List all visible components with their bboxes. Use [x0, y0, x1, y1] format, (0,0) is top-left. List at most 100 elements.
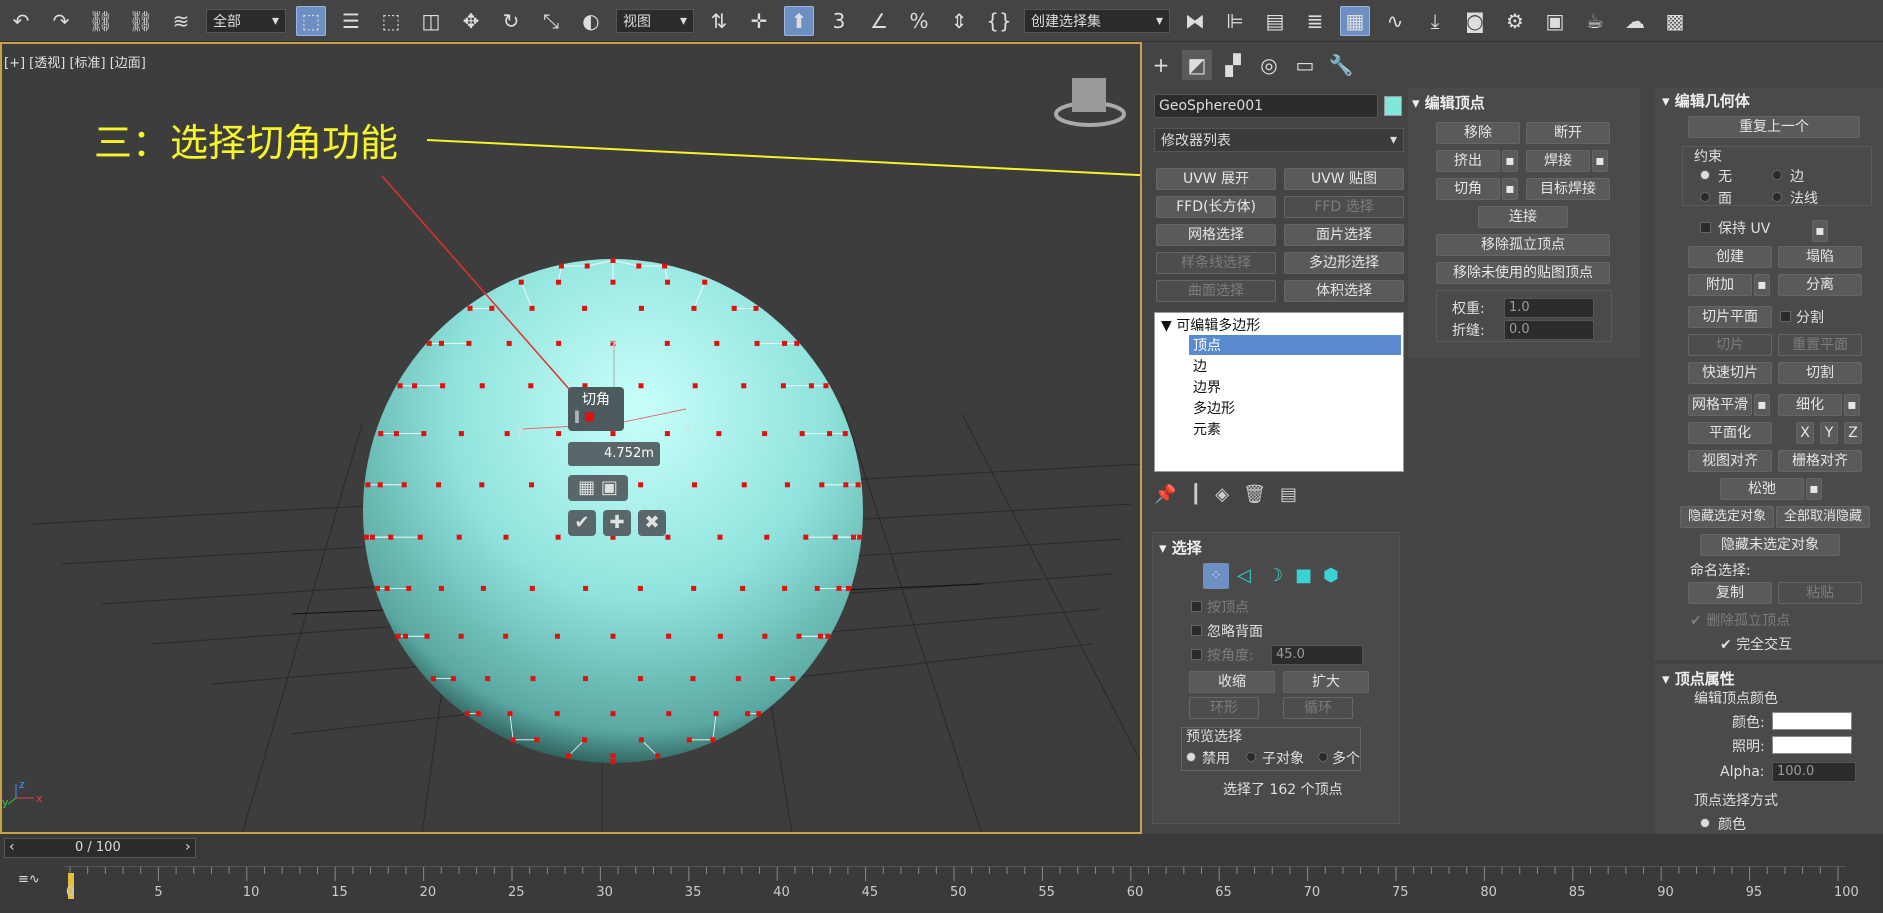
ring-button[interactable]: 环形: [1189, 697, 1259, 719]
modifier-button[interactable]: 多边形选择: [1284, 252, 1404, 274]
show-end-result-icon[interactable]: ┃: [1190, 484, 1201, 505]
select-by-color-radio[interactable]: [1700, 818, 1710, 828]
layer-explorer-icon[interactable]: ≣: [1300, 6, 1330, 36]
ignore-backfacing-checkbox[interactable]: [1191, 625, 1202, 636]
preserve-uv-checkbox[interactable]: [1700, 222, 1711, 233]
planar-x-button[interactable]: X: [1796, 422, 1814, 444]
stack-root[interactable]: ▼ 可编辑多边形: [1161, 315, 1260, 335]
selection-header[interactable]: ▾ 选择: [1159, 537, 1202, 558]
extrude-settings-icon[interactable]: ▪: [1502, 150, 1518, 172]
place-icon[interactable]: ◐: [576, 6, 606, 36]
redo-icon[interactable]: ↷: [46, 6, 76, 36]
window-crossing-icon[interactable]: ◫: [416, 6, 446, 36]
stack-item[interactable]: 顶点: [1189, 335, 1401, 355]
curve-editor-icon[interactable]: ∿: [1380, 6, 1410, 36]
ribbon-icon[interactable]: ▦: [1340, 5, 1370, 36]
undo-icon[interactable]: ↶: [6, 6, 36, 36]
hierarchy-tab[interactable]: ▞: [1218, 50, 1248, 80]
scale-icon[interactable]: ⤡: [536, 6, 566, 36]
modifier-button[interactable]: 曲面选择: [1156, 280, 1276, 302]
by-vertex-checkbox[interactable]: [1191, 601, 1202, 612]
keyboard-shortcut-icon[interactable]: ⬆: [784, 5, 814, 36]
preserve-uv-settings-icon[interactable]: ▪: [1812, 220, 1828, 242]
attach-button[interactable]: 附加: [1688, 274, 1752, 296]
hide-unselected-button[interactable]: 隐藏未选定对象: [1700, 534, 1840, 556]
target-weld-button[interactable]: 目标焊接: [1526, 178, 1610, 200]
constraint-none-radio[interactable]: [1700, 170, 1710, 180]
planar-y-button[interactable]: Y: [1820, 422, 1838, 444]
perspective-viewport[interactable]: [+] [透视] [标准] [边面] 三：选择切角功能 z y x z x y …: [0, 42, 1142, 834]
configure-modifier-sets-icon[interactable]: ▤: [1280, 484, 1297, 505]
by-angle-checkbox[interactable]: [1191, 649, 1202, 660]
curve-editor-toggle-icon[interactable]: ≡∿: [18, 872, 40, 887]
next-frame-icon[interactable]: ›: [185, 839, 191, 855]
slice-button[interactable]: 切片: [1688, 334, 1772, 356]
preview-subobject-radio[interactable]: [1246, 752, 1256, 762]
paste-button[interactable]: 粘贴: [1778, 582, 1862, 604]
meshsmooth-button[interactable]: 网格平滑: [1688, 394, 1752, 416]
view-align-button[interactable]: 视图对齐: [1688, 450, 1772, 472]
modifier-button[interactable]: 网格选择: [1156, 224, 1276, 246]
meshsmooth-settings-icon[interactable]: ▪: [1754, 394, 1770, 416]
stack-item[interactable]: 多边形: [1189, 398, 1401, 418]
render-icon[interactable]: ☕: [1580, 6, 1610, 36]
render-frame-icon[interactable]: ▣: [1540, 6, 1570, 36]
full-interactivity-label[interactable]: ✔ 完全交互: [1720, 634, 1792, 654]
render-setup-icon[interactable]: ⚙: [1500, 6, 1530, 36]
tessellate-button[interactable]: 细化: [1778, 394, 1842, 416]
viewport-label[interactable]: [+] [透视] [标准] [边面]: [4, 52, 146, 71]
percent-snap-icon[interactable]: %: [904, 6, 934, 36]
modifier-button[interactable]: 体积选择: [1284, 280, 1404, 302]
modifier-button[interactable]: 面片选择: [1284, 224, 1404, 246]
break-button[interactable]: 断开: [1526, 122, 1610, 144]
toggle-scene-explorer-icon[interactable]: ▤: [1260, 6, 1290, 36]
slice-plane-button[interactable]: 切片平面: [1688, 306, 1772, 328]
illumination-swatch[interactable]: [1772, 736, 1852, 754]
collapse-button[interactable]: 塌陷: [1778, 246, 1862, 268]
edge-mode-icon[interactable]: ◁: [1237, 565, 1251, 586]
render-online-icon[interactable]: ☁: [1620, 6, 1650, 36]
connect-button[interactable]: 连接: [1478, 206, 1568, 228]
weld-button[interactable]: 焊接: [1526, 150, 1590, 172]
border-mode-icon[interactable]: ☽: [1267, 565, 1283, 586]
remove-button[interactable]: 移除: [1436, 122, 1520, 144]
attach-settings-icon[interactable]: ▪: [1754, 274, 1770, 296]
link-icon[interactable]: ⛓: [86, 6, 116, 36]
prev-frame-icon[interactable]: ‹: [9, 839, 15, 855]
named-selection-dropdown[interactable]: 创建选择集 ▾: [1024, 8, 1170, 33]
modifier-button[interactable]: UVW 展开: [1156, 168, 1276, 190]
shrink-button[interactable]: 收缩: [1189, 671, 1275, 693]
grid-align-button[interactable]: 栅格对齐: [1778, 450, 1862, 472]
stack-item[interactable]: 边界: [1189, 377, 1401, 397]
mirror-icon[interactable]: ⧓: [1180, 6, 1210, 36]
utilities-tab[interactable]: 🔧: [1326, 50, 1356, 80]
time-slider[interactable]: ‹ 0 / 100 ›: [4, 838, 196, 858]
constraint-edge-radio[interactable]: [1772, 170, 1782, 180]
repeat-last-button[interactable]: 重复上一个: [1688, 116, 1860, 138]
make-planar-button[interactable]: 平面化: [1688, 422, 1772, 444]
split-checkbox[interactable]: [1780, 311, 1791, 322]
caddy-chamfer-title[interactable]: 切角 ‖ ■: [568, 387, 624, 431]
create-tab[interactable]: +: [1146, 50, 1176, 80]
preview-multi-radio[interactable]: [1318, 752, 1328, 762]
create-button[interactable]: 创建: [1688, 246, 1772, 268]
spinner-snap-icon[interactable]: ⇕: [944, 6, 974, 36]
caddy-ok-icon[interactable]: ✔: [568, 510, 596, 536]
edit-named-selection-icon[interactable]: {}: [984, 6, 1014, 36]
manipulate-icon[interactable]: ✛: [744, 6, 774, 36]
render-production-icon[interactable]: ▩: [1660, 6, 1690, 36]
edit-vertices-header[interactable]: ▾ 编辑顶点: [1412, 92, 1485, 113]
select-object-icon[interactable]: ⬚: [296, 5, 326, 36]
edit-geometry-header[interactable]: ▾ 编辑几何体: [1662, 90, 1750, 111]
stack-item[interactable]: 元素: [1189, 419, 1401, 439]
vertex-color-swatch[interactable]: [1772, 712, 1852, 730]
make-unique-icon[interactable]: ◈: [1215, 484, 1229, 505]
motion-tab[interactable]: ◎: [1254, 50, 1284, 80]
copy-button[interactable]: 复制: [1688, 582, 1772, 604]
modifier-list-dropdown[interactable]: 修改器列表 ▾: [1154, 128, 1404, 152]
relax-button[interactable]: 松弛: [1720, 478, 1804, 500]
delete-isolated-label[interactable]: ✔ 删除孤立顶点: [1690, 610, 1790, 630]
stack-item[interactable]: 边: [1189, 356, 1401, 376]
modifier-button[interactable]: UVW 贴图: [1284, 168, 1404, 190]
remove-unused-map-button[interactable]: 移除未使用的贴图顶点: [1436, 262, 1610, 284]
